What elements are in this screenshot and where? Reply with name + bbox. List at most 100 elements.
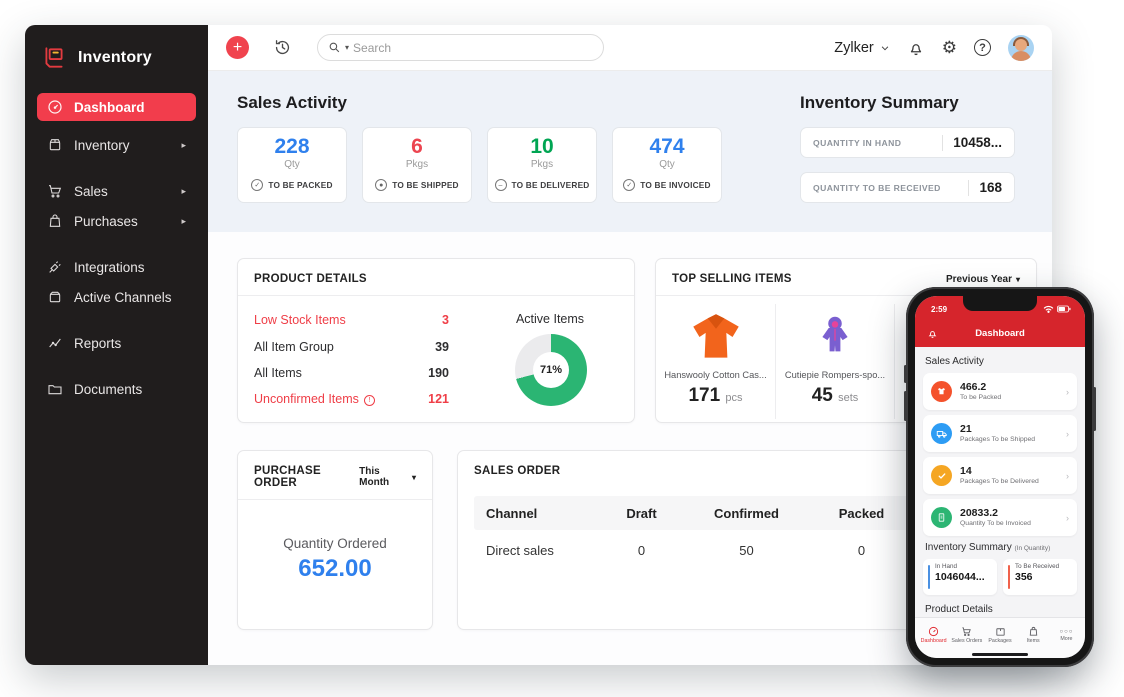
sidebar-item-sales[interactable]: Sales ▸ <box>37 177 196 205</box>
recent-history-button[interactable] <box>269 35 295 61</box>
submenu-arrow-icon: ▸ <box>181 186 186 197</box>
truck-icon <box>931 423 952 444</box>
low-stock-items-value: 3 <box>442 313 449 327</box>
top-selling-filter-dropdown[interactable]: Previous Year ▾ <box>946 274 1020 285</box>
all-item-group-row[interactable]: All Item Group 39 <box>254 340 449 354</box>
inventory-summary-title: Inventory Summary <box>800 93 959 113</box>
card-value: 20833.2 <box>960 507 1031 520</box>
phone-nav-packages[interactable]: Packages <box>983 621 1016 649</box>
to-be-invoiced-card[interactable]: 474 Qty ✓ TO BE INVOICED <box>612 127 722 203</box>
sidebar-item-label: Purchases <box>74 214 138 229</box>
page: Inventory Dashboard Inventory ▸ <box>0 0 1124 697</box>
phone-in-hand-card[interactable]: In Hand 1046044... <box>923 559 997 595</box>
phone-nav-dashboard[interactable]: Dashboard <box>917 621 950 649</box>
reports-icon <box>47 335 63 351</box>
to-be-shipped-card[interactable]: 6 Pkgs ● TO BE SHIPPED <box>362 127 472 203</box>
chevron-right-icon: › <box>1066 429 1069 439</box>
user-avatar[interactable] <box>1008 35 1034 61</box>
sidebar-item-label: Documents <box>74 382 142 397</box>
search-input[interactable] <box>353 41 593 55</box>
row-label: Unconfirmed Items! <box>254 392 375 406</box>
phone-card-to-be-packed[interactable]: 466.2 To be Packed › <box>923 373 1077 410</box>
status-dash-icon: – <box>495 179 507 191</box>
phone-body: Sales Activity 466.2 To be Packed › <box>915 347 1085 617</box>
settings-button[interactable]: ⚙ <box>942 38 957 58</box>
phone-card-packages-shipped[interactable]: 21 Packages To be Shipped › <box>923 415 1077 452</box>
top-selling-title: TOP SELLING ITEMS <box>672 273 792 285</box>
sidebar-item-documents[interactable]: Documents <box>37 375 196 403</box>
search-bar[interactable]: ▾ <box>317 34 604 61</box>
phone-bell-icon[interactable] <box>927 328 938 339</box>
sidebar-item-label: Integrations <box>74 260 145 275</box>
dashboard-icon <box>47 99 63 115</box>
all-items-row[interactable]: All Items 190 <box>254 366 449 380</box>
search-scope-caret-icon[interactable]: ▾ <box>345 43 349 52</box>
top-selling-item[interactable]: Hanswooly Cotton Cas... 171 pcs <box>656 304 775 419</box>
sidebar-item-active-channels[interactable]: Active Channels <box>37 283 196 311</box>
phone-card-packages-delivered[interactable]: 14 Packages To be Delivered › <box>923 457 1077 494</box>
nav-label: More <box>1060 636 1072 642</box>
low-stock-items-row[interactable]: Low Stock Items 3 <box>254 313 449 327</box>
chevron-right-icon: › <box>1066 513 1069 523</box>
col-packed: Packed <box>809 506 914 521</box>
sidebar-item-dashboard[interactable]: Dashboard <box>37 93 196 121</box>
phone-to-be-received-card[interactable]: To Be Received 356 <box>1003 559 1077 595</box>
card-label: To Be Received <box>1015 563 1071 570</box>
sidebar-item-label: Reports <box>74 336 121 351</box>
cart-icon <box>47 183 63 199</box>
sidebar-item-reports[interactable]: Reports <box>37 329 196 357</box>
sidebar-item-inventory[interactable]: Inventory ▸ <box>37 131 196 159</box>
col-channel: Channel <box>474 506 599 521</box>
cell-packed: 0 <box>809 543 914 558</box>
phone-nav-more[interactable]: ○○○ More <box>1050 621 1083 649</box>
package-icon <box>47 137 63 153</box>
phone-screen-title: Dashboard <box>915 328 1085 339</box>
unconfirmed-items-value: 121 <box>428 392 449 406</box>
wifi-icon <box>1043 305 1054 313</box>
to-be-packed-card[interactable]: 228 Qty ✓ TO BE PACKED <box>237 127 347 203</box>
sales-order-title: SALES ORDER <box>474 465 560 477</box>
row-label: All Item Group <box>254 340 334 354</box>
to-be-delivered-card[interactable]: 10 Pkgs – TO BE DELIVERED <box>487 127 597 203</box>
status-check-icon: ✓ <box>623 179 635 191</box>
top-selling-item[interactable]: Cutiepie Rompers-spo... 45 sets <box>775 304 894 419</box>
col-confirmed: Confirmed <box>684 506 809 521</box>
phone-card-quantity-invoiced[interactable]: 20833.2 Quantity To be Invoiced › <box>923 499 1077 536</box>
product-name: Hanswooly Cotton Cas... <box>656 370 775 380</box>
unit-label: Pkgs <box>363 159 471 170</box>
sidebar-item-purchases[interactable]: Purchases ▸ <box>37 207 196 235</box>
sidebar-item-label: Sales <box>74 184 108 199</box>
dropdown-caret-icon: ▾ <box>1016 275 1020 284</box>
unconfirmed-items-row[interactable]: Unconfirmed Items! 121 <box>254 392 449 406</box>
quantity-to-be-received-row[interactable]: QUANTITY TO BE RECEIVED 168 <box>800 172 1015 203</box>
shirt-icon <box>931 381 952 402</box>
org-switcher[interactable]: Zylker <box>834 40 889 56</box>
to-be-shipped-value: 6 <box>363 135 471 159</box>
col-draft: Draft <box>599 506 684 521</box>
row-label: QUANTITY TO BE RECEIVED <box>813 183 941 193</box>
purchase-order-filter-dropdown[interactable]: This Month ▾ <box>359 466 416 488</box>
phone-nav-items[interactable]: Items <box>1017 621 1050 649</box>
help-button[interactable]: ? <box>974 39 991 56</box>
topbar: + ▾ Zylker <box>208 25 1052 71</box>
card-value: 1046044... <box>935 571 991 583</box>
card-label: Packages To be Delivered <box>960 478 1039 486</box>
all-items-value: 190 <box>428 366 449 380</box>
phone-nav-sales-orders[interactable]: Sales Orders <box>950 621 983 649</box>
phone-sales-activity-title: Sales Activity <box>925 356 1077 367</box>
sidebar-item-integrations[interactable]: Integrations <box>37 253 196 281</box>
product-image-romper <box>776 308 894 366</box>
quantity-in-hand-row[interactable]: QUANTITY IN HAND 10458... <box>800 127 1015 158</box>
phone-header: Dashboard <box>915 320 1085 347</box>
active-items-title: Active Items <box>490 312 610 326</box>
battery-icon <box>1057 305 1071 313</box>
row-label: Low Stock Items <box>254 313 346 327</box>
nav-label: Sales Orders <box>951 638 982 644</box>
chevron-right-icon: › <box>1066 471 1069 481</box>
folder-icon <box>47 381 63 397</box>
dashboard-icon <box>928 626 939 637</box>
plug-icon <box>47 259 63 275</box>
product-image-cardigan <box>656 308 775 366</box>
add-new-button[interactable]: + <box>226 36 249 59</box>
notifications-button[interactable] <box>907 39 925 57</box>
